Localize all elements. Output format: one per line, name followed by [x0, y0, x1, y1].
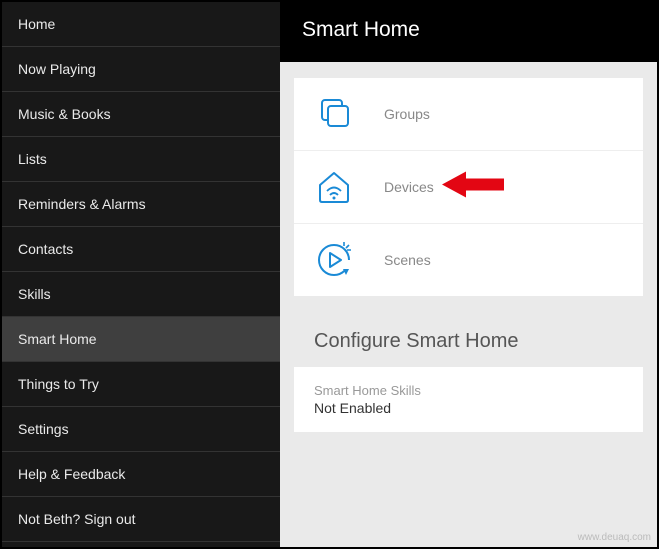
sidebar-item-help-feedback[interactable]: Help & Feedback	[2, 452, 280, 497]
sidebar-item-contacts[interactable]: Contacts	[2, 227, 280, 272]
sidebar-item-label: Music & Books	[18, 106, 111, 122]
page-title: Smart Home	[302, 18, 420, 41]
sidebar-item-label: Home	[18, 16, 55, 32]
skills-label: Smart Home Skills	[314, 383, 623, 398]
sidebar-item-label: Smart Home	[18, 331, 97, 347]
tile-label: Devices	[384, 179, 434, 195]
groups-icon	[312, 92, 356, 136]
tile-devices[interactable]: Devices	[294, 150, 643, 223]
sidebar-item-music-books[interactable]: Music & Books	[2, 92, 280, 137]
sidebar-item-sign-out[interactable]: Not Beth? Sign out	[2, 497, 280, 542]
tile-groups[interactable]: Groups	[294, 78, 643, 150]
tile-scenes[interactable]: Scenes	[294, 223, 643, 296]
sidebar-item-label: Skills	[18, 286, 51, 302]
sidebar: Home Now Playing Music & Books Lists Rem…	[2, 2, 280, 547]
sidebar-item-label: Not Beth? Sign out	[18, 511, 136, 527]
content-area: Groups Devices	[280, 62, 657, 432]
main-content: Smart Home Groups	[280, 2, 657, 547]
sidebar-item-smart-home[interactable]: Smart Home	[2, 317, 280, 362]
devices-icon	[312, 165, 356, 209]
watermark: www.deuaq.com	[578, 532, 651, 543]
sidebar-item-label: Now Playing	[18, 61, 96, 77]
smart-home-skills-block[interactable]: Smart Home Skills Not Enabled	[294, 367, 643, 432]
sidebar-item-label: Reminders & Alarms	[18, 196, 146, 212]
sidebar-item-label: Settings	[18, 421, 69, 437]
sidebar-item-reminders-alarms[interactable]: Reminders & Alarms	[2, 182, 280, 227]
tile-label: Groups	[384, 106, 430, 122]
sidebar-item-now-playing[interactable]: Now Playing	[2, 47, 280, 92]
sidebar-item-label: Contacts	[18, 241, 73, 257]
sidebar-item-label: Help & Feedback	[18, 466, 125, 482]
sidebar-item-label: Lists	[18, 151, 47, 167]
sidebar-item-things-to-try[interactable]: Things to Try	[2, 362, 280, 407]
page-header: Smart Home	[280, 2, 657, 62]
tile-label: Scenes	[384, 252, 431, 268]
callout-arrow-icon	[442, 170, 504, 205]
configure-section-title: Configure Smart Home	[294, 312, 643, 367]
sidebar-item-home[interactable]: Home	[2, 2, 280, 47]
sidebar-item-settings[interactable]: Settings	[2, 407, 280, 452]
sidebar-item-lists[interactable]: Lists	[2, 137, 280, 182]
sidebar-item-skills[interactable]: Skills	[2, 272, 280, 317]
sidebar-item-label: Things to Try	[18, 376, 99, 392]
skills-value: Not Enabled	[314, 400, 623, 416]
tile-group: Groups Devices	[294, 78, 643, 296]
scenes-icon	[312, 238, 356, 282]
